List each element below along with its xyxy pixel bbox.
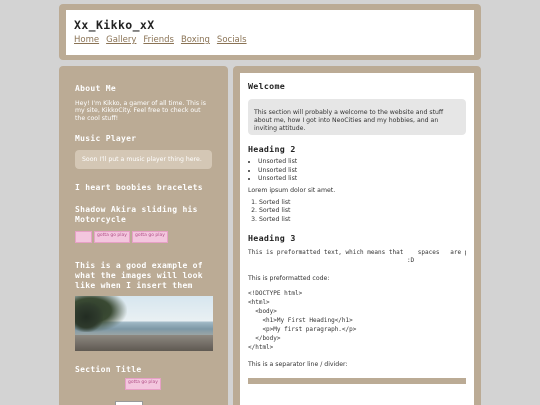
- preformatted-text: This is preformatted text, which means t…: [248, 248, 466, 265]
- music-player-box: Soon I'll put a music player thing here.: [75, 150, 212, 170]
- list-item: Unsorted list: [258, 158, 466, 167]
- nav-link-friends[interactable]: Friends: [143, 35, 174, 45]
- site-title: Xx_Kikko_xX: [74, 18, 155, 32]
- bracelets-title: I heart boobies bracelets: [75, 183, 203, 193]
- blinkie-image: gotta go play: [132, 231, 168, 244]
- list-item: Unsorted list: [258, 175, 466, 184]
- code-intro: This is preformatted code:: [248, 275, 330, 283]
- horizontal-scrollbar[interactable]: [115, 401, 143, 405]
- about-title: About Me: [75, 84, 116, 93]
- lorem-text: Lorem ipsum dolor sit amet.: [248, 186, 336, 194]
- unsorted-list: Unsorted list Unsorted list Unsorted lis…: [248, 158, 466, 184]
- sidebar: About Me Hey! I'm Kikko, a gamer of all …: [59, 66, 228, 405]
- shadow-title: Shadow Akira sliding his Motorcycle: [75, 205, 198, 225]
- nav-link-boxing[interactable]: Boxing: [181, 35, 210, 45]
- nav-link-socials[interactable]: Socials: [217, 35, 247, 45]
- blinkie-image: gotta go play: [94, 231, 130, 244]
- welcome-box: This section will probably a welcome to …: [248, 99, 466, 135]
- main-nav: Home Gallery Friends Boxing Socials: [74, 35, 466, 45]
- header-inner: Xx_Kikko_xX Home Gallery Friends Boxing …: [66, 10, 474, 55]
- welcome-title: Welcome: [248, 81, 286, 91]
- code-block: <!DOCTYPE html> <html> <body> <h1>My Fir…: [248, 290, 357, 351]
- list-item: Unsorted list: [258, 167, 466, 176]
- nav-link-home[interactable]: Home: [74, 35, 99, 45]
- blinkie-row: gotta go play gotta go play: [75, 231, 212, 244]
- music-title: Music Player: [75, 134, 137, 144]
- sorted-list: Sorted list Sorted list Sorted list: [248, 199, 466, 225]
- heading-3: Heading 3: [248, 232, 296, 243]
- header: Xx_Kikko_xX Home Gallery Friends Boxing …: [59, 4, 481, 60]
- list-item: Sorted list: [259, 199, 466, 208]
- list-item: Sorted list: [259, 216, 466, 225]
- blinkie-image: [75, 231, 92, 244]
- blinkie-row: gotta go play: [75, 378, 212, 391]
- beach-image: [75, 296, 213, 352]
- separator-line: [248, 377, 466, 384]
- separator-text: This is a separator line / divider:: [248, 360, 348, 368]
- nav-link-gallery[interactable]: Gallery: [106, 35, 136, 45]
- main-content: Welcome This section will probably a wel…: [233, 66, 481, 405]
- heading-2: Heading 2: [248, 144, 296, 154]
- image-caption: This is a good example of what the image…: [75, 261, 203, 291]
- section-title: Section Title: [75, 365, 142, 375]
- main-inner: Welcome This section will probably a wel…: [240, 73, 474, 405]
- blinkie-image: gotta go play: [125, 378, 161, 391]
- about-text: Hey! I'm Kikko, a gamer of all time. Thi…: [75, 100, 206, 122]
- list-item: Sorted list: [259, 207, 466, 216]
